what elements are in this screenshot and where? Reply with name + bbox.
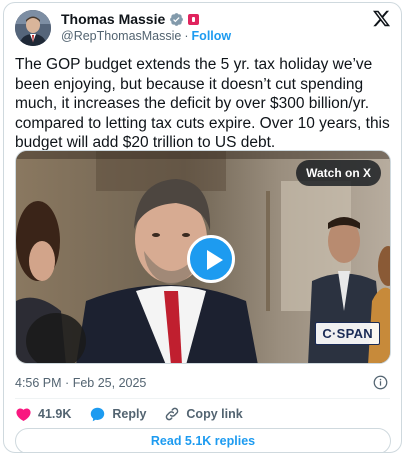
- reply-label: Reply: [112, 407, 147, 421]
- author-handle-row: @RepThomasMassie · Follow: [61, 29, 231, 43]
- video-player[interactable]: Watch on X C·SPAN: [15, 150, 391, 364]
- separator-dot: ·: [184, 29, 189, 43]
- tweet-date: Feb 25, 2025: [72, 376, 147, 390]
- play-icon: [207, 250, 223, 270]
- like-button[interactable]: 41.9K: [15, 406, 71, 423]
- divider: [15, 398, 390, 399]
- author-avatar[interactable]: [15, 10, 51, 46]
- tweet-time: 4:56 PM: [15, 376, 62, 390]
- action-bar: 41.9K Reply Copy link: [15, 405, 261, 423]
- tweet-timestamp[interactable]: 4:56 PM · Feb 25, 2025: [15, 376, 146, 390]
- copy-link-button[interactable]: Copy link: [164, 406, 243, 422]
- reply-button[interactable]: Reply: [89, 406, 146, 423]
- x-logo-icon[interactable]: [372, 9, 391, 28]
- author-name-row: Thomas Massie: [61, 10, 200, 28]
- copy-link-label: Copy link: [186, 407, 243, 421]
- info-icon[interactable]: [373, 375, 388, 390]
- broadcaster-logo: C·SPAN: [315, 322, 380, 345]
- timestamp-dot: ·: [65, 376, 70, 390]
- like-count: 41.9K: [38, 407, 72, 421]
- government-flag-icon: [188, 13, 200, 25]
- verified-badge-icon: [170, 12, 184, 26]
- read-replies-button[interactable]: Read 5.1K replies: [15, 428, 391, 452]
- tweet-text: The GOP budget extends the 5 yr. tax hol…: [15, 56, 395, 151]
- follow-button[interactable]: Follow: [192, 29, 232, 43]
- link-icon: [166, 407, 179, 421]
- author-handle[interactable]: @RepThomasMassie: [61, 29, 181, 43]
- author-name[interactable]: Thomas Massie: [61, 11, 165, 27]
- tweet-embed-card: Thomas Massie @RepThomasMassie · Follow …: [3, 2, 402, 453]
- play-button[interactable]: [187, 235, 235, 283]
- avatar-image: [15, 10, 51, 46]
- reply-bubble-icon: [91, 407, 105, 421]
- heart-icon: [16, 407, 31, 421]
- watch-on-x-button[interactable]: Watch on X: [296, 160, 381, 186]
